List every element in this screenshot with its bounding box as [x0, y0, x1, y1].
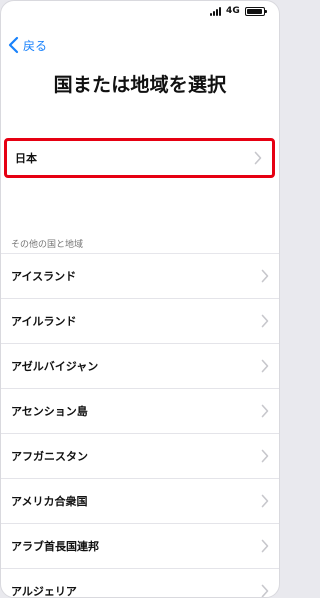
country-item[interactable]: アイルランド — [1, 298, 279, 343]
chevron-right-icon — [261, 269, 269, 283]
page-title: 国または地域を選択 — [53, 74, 227, 96]
chevron-right-icon — [261, 539, 269, 553]
chevron-right-icon — [261, 494, 269, 508]
country-label: アメリカ合衆国 — [11, 495, 88, 508]
country-item[interactable]: アルジェリア — [1, 568, 279, 598]
chevron-left-icon — [8, 36, 19, 54]
chevron-right-icon — [261, 404, 269, 418]
battery-icon — [245, 6, 267, 16]
back-button[interactable]: 戻る — [7, 35, 47, 55]
other-countries-header: その他の国と地域 — [11, 240, 84, 250]
country-item[interactable]: アフガニスタン — [1, 433, 279, 478]
country-item[interactable]: アゼルバイジャン — [1, 343, 279, 388]
phone-screen: 4G 戻る 国または地域を選択 日本 その他の国と地域 アイスランド アイルラン… — [0, 0, 280, 598]
country-label: アラブ首長国連邦 — [11, 540, 99, 553]
network-type: 4G — [225, 6, 240, 16]
status-indicators: 4G — [209, 6, 267, 16]
chevron-right-icon — [261, 314, 269, 328]
chevron-right-icon — [254, 151, 262, 165]
country-item[interactable]: アメリカ合衆国 — [1, 478, 279, 523]
country-label: アイルランド — [11, 315, 77, 328]
signal-strength-icon — [209, 6, 221, 16]
selected-country-label: 日本 — [15, 152, 37, 165]
back-label: 戻る — [23, 38, 48, 53]
selected-country-row[interactable]: 日本 — [4, 138, 275, 178]
country-item[interactable]: アセンション島 — [1, 388, 279, 433]
country-label: アゼルバイジャン — [11, 360, 99, 373]
chevron-right-icon — [261, 584, 269, 597]
country-item[interactable]: アラブ首長国連邦 — [1, 523, 279, 568]
country-label: アセンション島 — [11, 405, 88, 418]
country-item[interactable]: アイスランド — [1, 253, 279, 298]
country-label: アフガニスタン — [11, 450, 88, 463]
status-bar: 4G — [1, 1, 279, 25]
country-list: アイスランド アイルランド アゼルバイジャン アセンション島 アフガニスタン ア… — [1, 253, 279, 598]
country-label: アイスランド — [11, 270, 77, 283]
chevron-right-icon — [261, 359, 269, 373]
chevron-right-icon — [261, 449, 269, 463]
country-label: アルジェリア — [11, 585, 77, 598]
